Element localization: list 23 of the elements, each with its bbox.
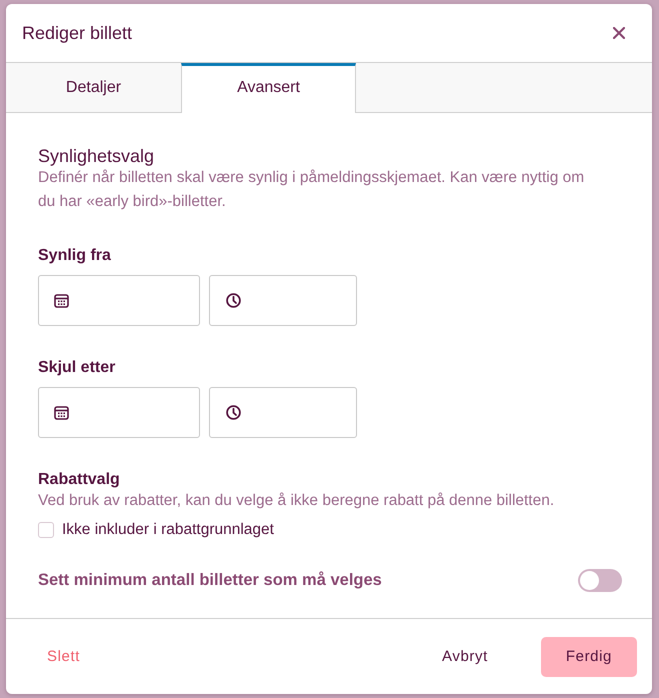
checkbox[interactable] bbox=[38, 522, 54, 538]
section-heading: Rabattvalg bbox=[38, 470, 121, 490]
close-icon bbox=[613, 27, 625, 39]
calendar-icon bbox=[54, 294, 69, 308]
field-label: Skjul etter bbox=[38, 358, 116, 378]
clock-icon bbox=[226, 293, 241, 308]
section-description: Definér når billetten skal være synlig i påmeldingsskjemaet. Kan være nyttig om du har «early bird»-billetter. bbox=[38, 168, 586, 212]
time-field[interactable] bbox=[209, 387, 357, 438]
section-description: Ved bruk av rabatter, kan du velge å ikke beregne rabatt på denne billetten. bbox=[38, 491, 556, 511]
date-field[interactable] bbox=[38, 275, 200, 326]
calendar-icon bbox=[54, 406, 69, 420]
tab[interactable]: Avansert bbox=[181, 63, 356, 113]
done-button[interactable]: Ferdig bbox=[540, 636, 637, 676]
section-heading: Synlighetsvalg bbox=[38, 145, 156, 167]
cancel-button[interactable]: Avbryt bbox=[424, 636, 506, 676]
time-field[interactable] bbox=[209, 275, 357, 326]
toggle-label: Sett minimum antall billetter som må velges bbox=[38, 570, 382, 590]
checkbox-label: Ikke inkluder i rabattgrunnlaget bbox=[62, 521, 274, 539]
dialog-title: Rediger billett bbox=[22, 22, 132, 44]
toggle-switch[interactable] bbox=[578, 568, 622, 592]
clock-icon bbox=[226, 405, 241, 420]
field-label: Synlig fra bbox=[38, 246, 112, 266]
date-field[interactable] bbox=[38, 387, 200, 438]
